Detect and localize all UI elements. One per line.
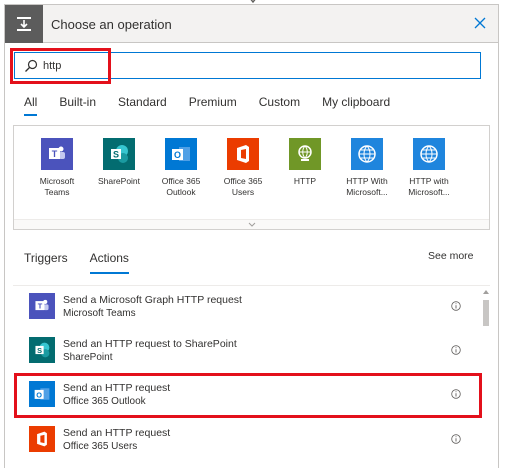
connector-http-with-microsoft-1[interactable]: HTTP With Microsoft... — [338, 138, 396, 198]
tab-actions[interactable]: Actions — [89, 250, 130, 274]
office-icon — [29, 426, 55, 452]
connector-http-with-microsoft-2[interactable]: HTTP with Microsoft... — [400, 138, 458, 198]
connector-office-365-users[interactable]: Office 365 Users — [214, 138, 272, 198]
globe-icon — [413, 138, 445, 170]
connector-sharepoint[interactable]: S SharePoint — [90, 138, 148, 187]
category-tabs: All Built-in Standard Premium Custom My … — [24, 92, 412, 116]
operation-type-tabs: Triggers Actions — [24, 250, 151, 274]
scrollbar[interactable] — [482, 286, 490, 468]
connector-microsoft-teams[interactable]: T Microsoft Teams — [28, 138, 86, 198]
action-connector: SharePoint — [63, 352, 113, 363]
tab-custom[interactable]: Custom — [259, 92, 300, 116]
connector-label: HTTP — [293, 176, 317, 186]
svg-text:S: S — [113, 150, 119, 160]
action-item[interactable]: S Send an HTTP request to SharePoint Sha… — [13, 330, 468, 374]
action-item[interactable]: Send an HTTP request Office 365 Users — [13, 419, 468, 463]
office-icon — [227, 138, 259, 170]
search-highlight-box — [10, 48, 111, 84]
expand-connectors-button[interactable] — [14, 219, 489, 229]
scroll-thumb[interactable] — [483, 300, 489, 326]
sharepoint-icon: S — [29, 337, 55, 363]
action-item[interactable]: T Send a Microsoft Graph HTTP request Mi… — [13, 286, 468, 330]
action-title: Send a Microsoft Graph HTTP request — [63, 294, 242, 306]
info-icon[interactable] — [451, 345, 461, 355]
action-highlight-box — [14, 373, 482, 418]
action-connector: Microsoft Teams — [63, 308, 136, 319]
globe-icon — [351, 138, 383, 170]
action-title: Send an HTTP request to SharePoint — [63, 338, 237, 350]
close-icon — [474, 17, 486, 29]
chevron-down-icon — [248, 222, 255, 227]
connector-label: Office 365 Outlook — [161, 176, 201, 197]
http-icon — [289, 138, 321, 170]
svg-text:T: T — [38, 301, 43, 310]
connector-label: HTTP With Microsoft... — [346, 176, 388, 197]
dialog-header: Choose an operation — [5, 5, 498, 43]
info-icon[interactable] — [451, 434, 461, 444]
connector-grid: T Microsoft Teams S SharePoint O Office … — [13, 125, 490, 230]
svg-text:T: T — [52, 149, 58, 159]
connector-label: Microsoft Teams — [39, 176, 75, 197]
action-connector: Office 365 Users — [63, 441, 138, 452]
action-title: Send an HTTP request — [63, 427, 171, 439]
connector-label: HTTP with Microsoft... — [408, 176, 450, 197]
connector-label: SharePoint — [97, 176, 141, 186]
tab-built-in[interactable]: Built-in — [59, 92, 96, 116]
dialog-title: Choose an operation — [51, 17, 172, 32]
svg-text:O: O — [174, 150, 181, 160]
svg-text:S: S — [37, 346, 42, 355]
connector-label: Office 365 Users — [223, 176, 263, 197]
see-more-link[interactable]: See more — [428, 250, 474, 262]
teams-icon: T — [29, 293, 55, 319]
tab-premium[interactable]: Premium — [189, 92, 237, 116]
connector-http[interactable]: HTTP — [276, 138, 334, 187]
tab-standard[interactable]: Standard — [118, 92, 167, 116]
teams-icon: T — [41, 138, 73, 170]
outlook-icon: O — [165, 138, 197, 170]
chevron-up-icon — [483, 290, 489, 294]
sharepoint-icon: S — [103, 138, 135, 170]
connector-office-365-outlook[interactable]: O Office 365 Outlook — [152, 138, 210, 198]
trigger-icon — [5, 5, 43, 43]
close-button[interactable] — [472, 15, 488, 31]
tab-triggers[interactable]: Triggers — [24, 250, 68, 274]
info-icon[interactable] — [451, 301, 461, 311]
tab-all[interactable]: All — [24, 92, 38, 116]
tab-my-clipboard[interactable]: My clipboard — [322, 92, 390, 116]
